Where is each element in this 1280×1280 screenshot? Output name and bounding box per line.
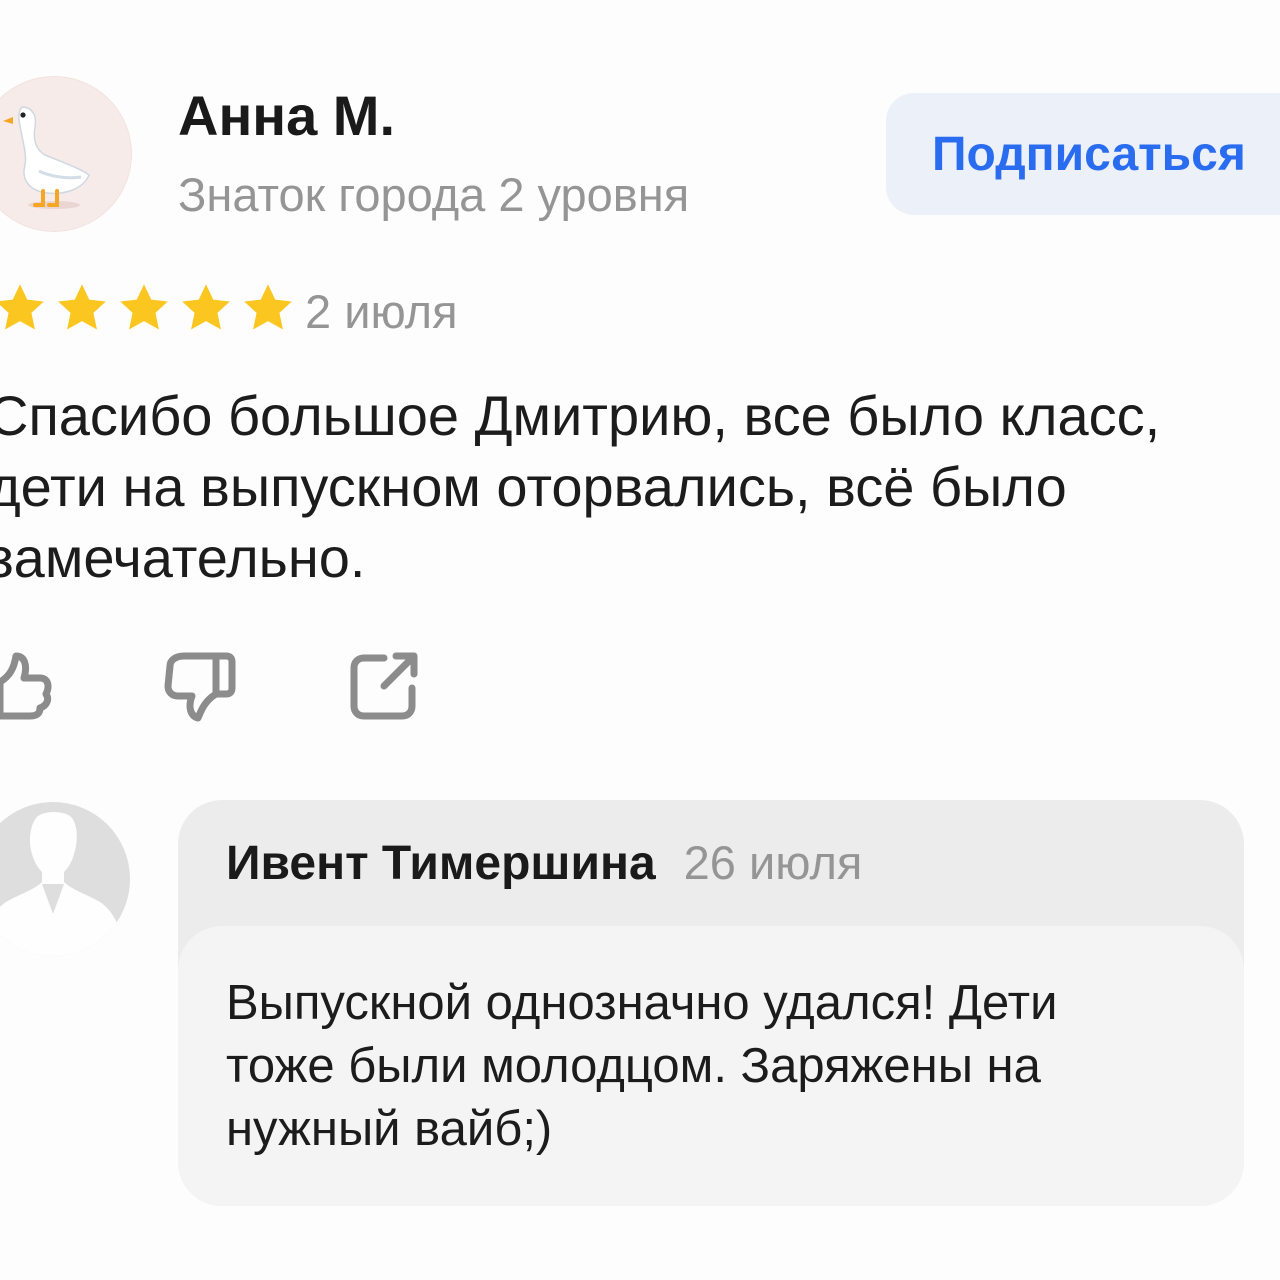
dislike-button[interactable] bbox=[160, 646, 240, 726]
review-card: Анна М. Знаток города 2 уровня Подписать… bbox=[0, 0, 1280, 1280]
share-icon bbox=[350, 652, 418, 720]
star-icon bbox=[120, 284, 168, 330]
goose-emoji-icon bbox=[3, 106, 90, 209]
rating-stars bbox=[0, 280, 296, 342]
reply-author-name[interactable]: Ивент Тимершина bbox=[226, 837, 656, 890]
review-date: 2 июля bbox=[305, 285, 458, 338]
star-icon bbox=[244, 284, 292, 330]
thumbs-down-icon bbox=[164, 652, 236, 722]
like-button[interactable] bbox=[0, 646, 58, 726]
star-icon bbox=[182, 284, 230, 330]
thumbs-up-icon bbox=[0, 652, 52, 720]
reply-avatar[interactable] bbox=[0, 802, 130, 956]
author-avatar[interactable] bbox=[0, 76, 132, 232]
subscribe-button[interactable]: Подписаться bbox=[886, 93, 1280, 215]
reply-bubble: Ивент Тимершина 26 июля Выпускной однозна… bbox=[178, 800, 1244, 1206]
reply-date: 26 июля bbox=[683, 836, 863, 889]
reply-text: Выпускной однозначно удался! Дети тоже б… bbox=[226, 976, 1058, 1156]
author-name[interactable]: Анна М. bbox=[178, 84, 395, 148]
star-icon bbox=[58, 284, 106, 330]
share-button[interactable] bbox=[346, 646, 426, 726]
default-user-silhouette-icon bbox=[0, 812, 126, 956]
reply-header: Ивент Тимершина 26 июля bbox=[226, 830, 862, 908]
reply-body: Выпускной однозначно удался! Дети тоже б… bbox=[178, 926, 1244, 1206]
star-icon bbox=[0, 284, 44, 330]
review-text: Спасибо большое Дмитрию, все было класс,… bbox=[0, 384, 1161, 589]
author-level: Знаток города 2 уровня bbox=[178, 168, 690, 221]
